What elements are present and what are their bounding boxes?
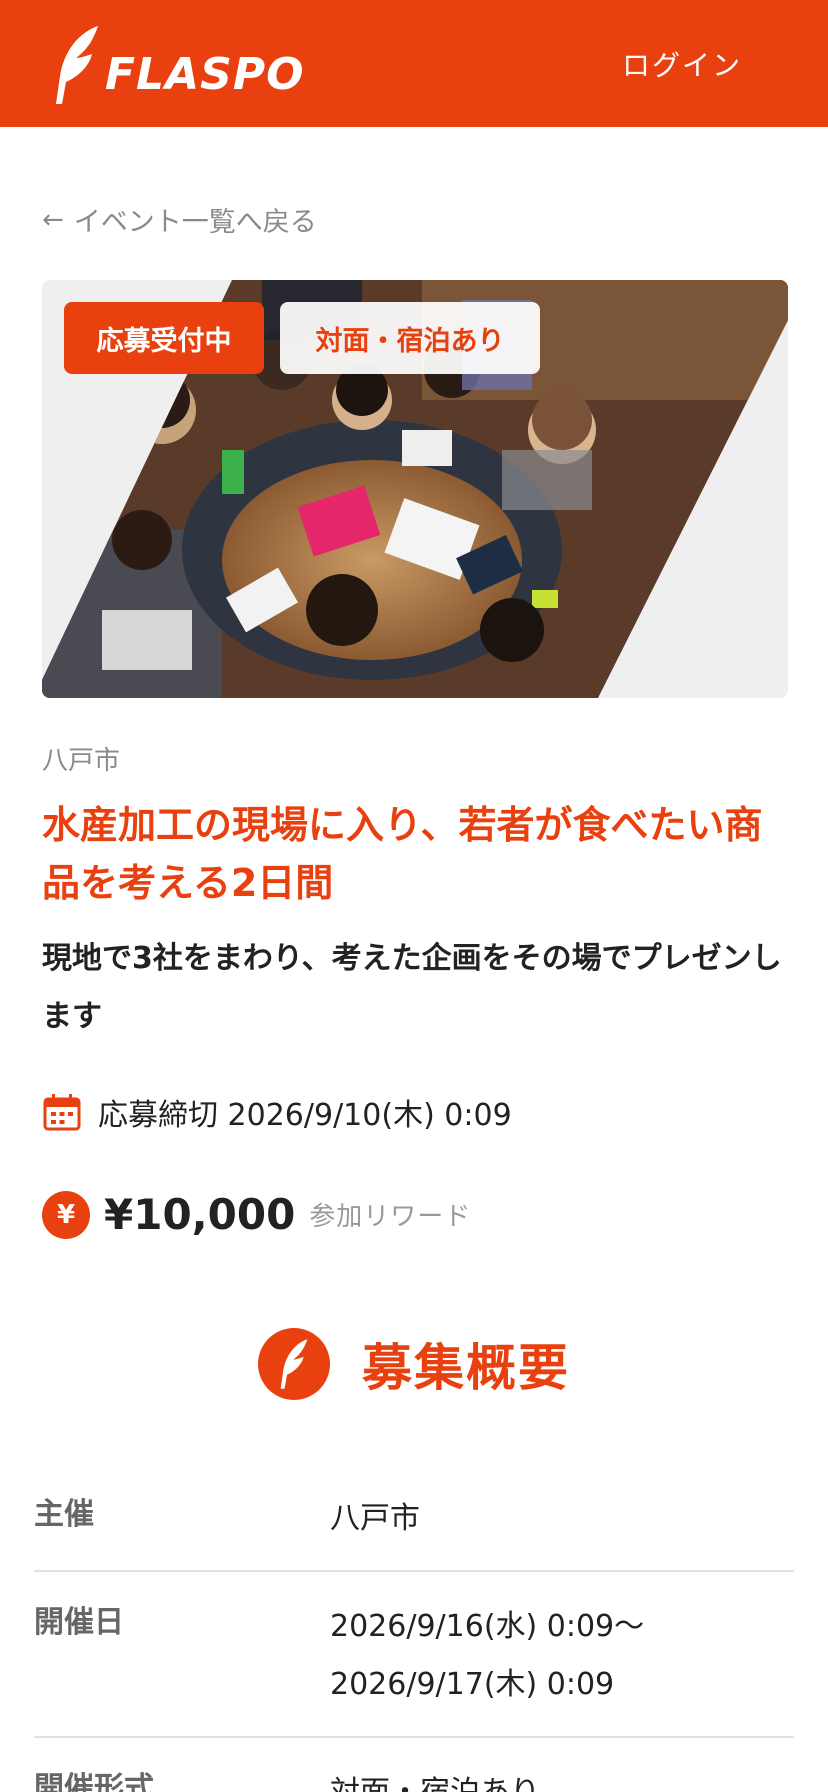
table-row: 主催 八戸市: [34, 1490, 794, 1572]
event-hero-image: 応募受付中 対面・宿泊あり: [42, 280, 788, 698]
arrow-left-icon: ←: [42, 204, 64, 235]
value-line: 八戸市: [330, 1501, 420, 1536]
event-city: 八戸市: [42, 746, 121, 776]
format-badge: 対面・宿泊あり: [280, 302, 540, 374]
login-link[interactable]: ログイン: [622, 44, 742, 84]
participation-reward: ¥ ¥10,000 参加リワード: [42, 1190, 471, 1239]
overview-heading: 募集概要: [0, 1328, 828, 1400]
logo-text: FLASPO: [105, 49, 305, 100]
section-title: 募集概要: [362, 1339, 570, 1397]
back-to-events-link[interactable]: ← イベント一覧へ戻る: [42, 200, 317, 239]
app-header: FLASPO ログイン: [0, 0, 828, 127]
yen-icon: ¥: [42, 1190, 90, 1239]
reward-label: 参加リワード: [309, 1202, 472, 1232]
row-label-format: 開催形式: [34, 1771, 154, 1792]
flaspo-logo[interactable]: FLASPO: [50, 24, 304, 106]
row-value-organizer: 八戸市: [330, 1490, 420, 1548]
deadline-text: 応募締切 2026/9/10(木) 0:09: [98, 1098, 512, 1133]
reward-amount: ¥10,000: [104, 1190, 296, 1239]
value-line: 2026/9/16(水) 0:09〜: [330, 1609, 645, 1644]
overview-table: 主催 八戸市 開催日 2026/9/16(水) 0:09〜 2026/9/17(…: [34, 1490, 794, 1792]
row-label-dates: 開催日: [34, 1605, 124, 1640]
value-line: 対面・宿泊あり: [330, 1764, 540, 1792]
event-title: 水産加工の現場に入り、若者が食べたい商品を考える2日間: [42, 803, 763, 905]
table-row: 開催形式 対面・宿泊あり: [34, 1764, 794, 1792]
value-line: 2026/9/17(木) 0:09: [330, 1667, 615, 1702]
quill-logo-icon: [56, 26, 98, 104]
status-badge-open: 応募受付中: [64, 302, 264, 374]
event-subtitle: 現地で3社をまわり、考えた企画をその場でプレゼンします: [42, 941, 782, 1034]
back-link-label: イベント一覧へ戻る: [73, 207, 317, 238]
quill-section-icon: [258, 1328, 330, 1400]
row-value-dates: 2026/9/16(水) 0:09〜 2026/9/17(木) 0:09: [330, 1598, 644, 1714]
row-label-organizer: 主催: [34, 1497, 94, 1532]
calendar-icon: [43, 1094, 81, 1131]
application-deadline: 応募締切 2026/9/10(木) 0:09: [42, 1090, 512, 1134]
row-value-format: 対面・宿泊あり: [330, 1764, 540, 1792]
table-row: 開催日 2026/9/16(水) 0:09〜 2026/9/17(木) 0:09: [34, 1598, 794, 1738]
